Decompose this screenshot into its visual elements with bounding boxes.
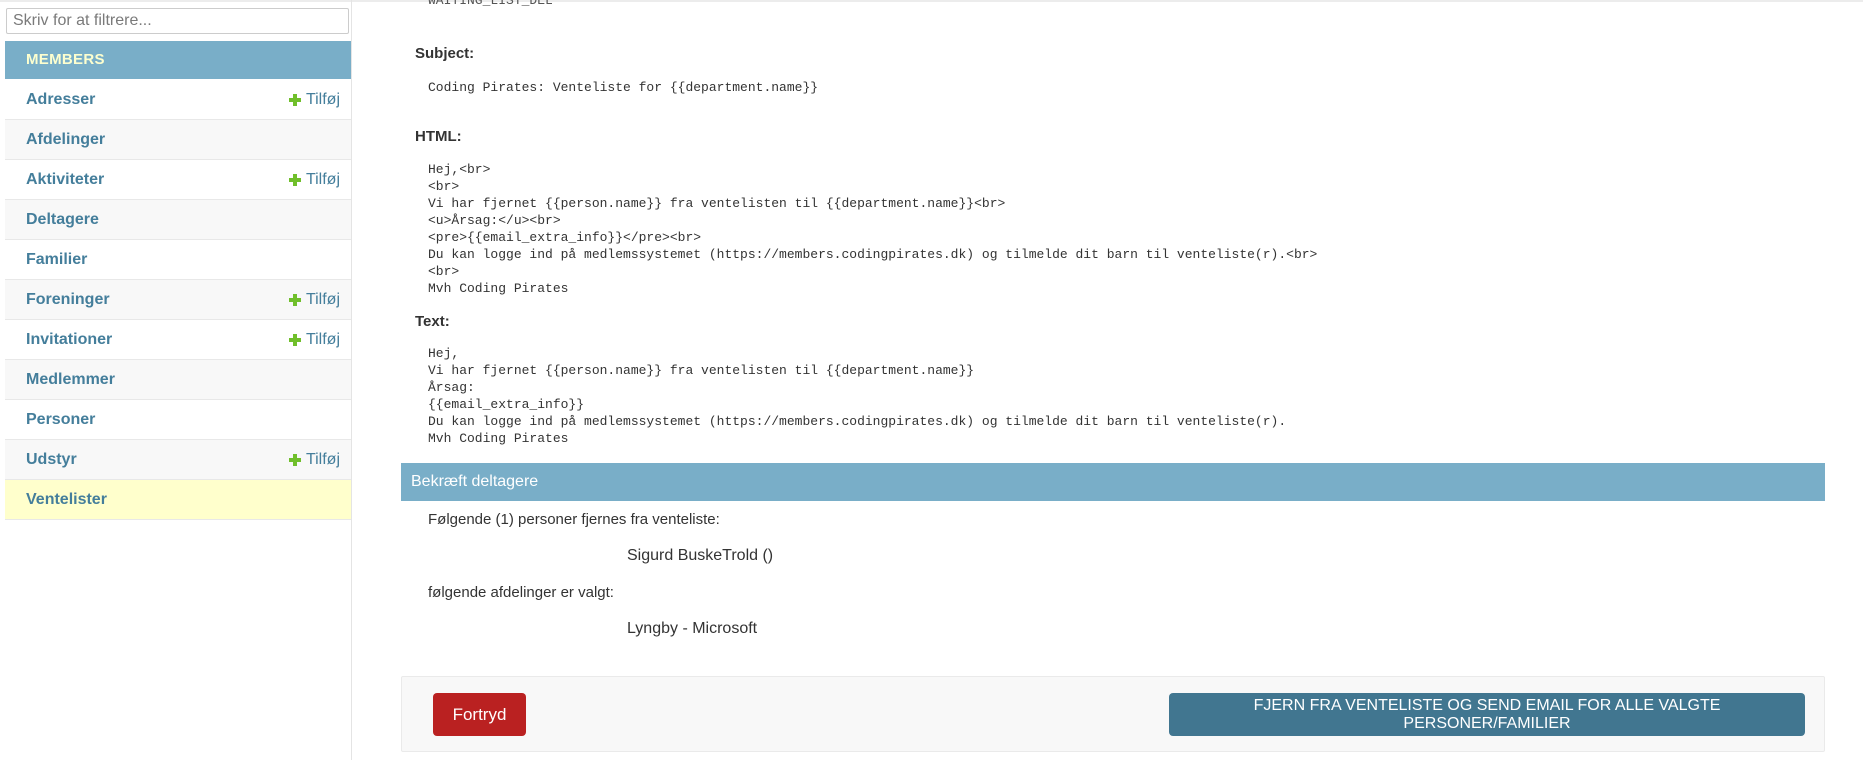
department-value: Lyngby - Microsoft (627, 620, 758, 637)
sidebar-item-invitationer: Invitationer Tilføj (5, 320, 351, 360)
main-content: WAITING_LIST_DEL Subject: Coding Pirates… (400, 0, 1826, 760)
sidebar-item-afdelinger: Afdelinger (5, 120, 351, 160)
sidebar-nav-list: Adresser Tilføj Afdelinger Aktiviteter T… (5, 80, 351, 520)
submit-row: Fortryd FJERN FRA VENTELISTE OG SEND EMA… (401, 676, 1825, 752)
add-aktiviteter-link[interactable]: Tilføj (288, 170, 340, 189)
sidebar-item-label[interactable]: Udstyr (26, 451, 77, 469)
sidebar-item-label[interactable]: Deltagere (26, 211, 99, 229)
plus-icon (288, 333, 301, 346)
plus-icon (288, 293, 301, 306)
sidebar-item-aktiviteter: Aktiviteter Tilføj (5, 160, 351, 200)
sidebar-item-medlemmer: Medlemmer (5, 360, 351, 400)
sidebar-item-familier: Familier (5, 240, 351, 280)
departments-label: følgende afdelinger er valgt: (428, 584, 614, 601)
add-udstyr-link[interactable]: Tilføj (288, 450, 340, 469)
person-value: Sigurd BuskeTrold () (627, 547, 774, 564)
sidebar-filter-input[interactable] (6, 8, 349, 34)
text-body-value: Hej, Vi har fjernet {{person.name}} fra … (428, 346, 1287, 446)
plus-icon (288, 173, 301, 186)
html-label: HTML: (415, 128, 462, 145)
cancel-button[interactable]: Fortryd (433, 693, 526, 736)
sidebar-item-foreninger: Foreninger Tilføj (5, 280, 351, 320)
sidebar-item-label[interactable]: Aktiviteter (26, 171, 104, 189)
sidebar-item-personer: Personer (5, 400, 351, 440)
sidebar-item-ventelister: Ventelister (5, 480, 351, 520)
add-label: Tilføj (305, 330, 340, 348)
add-invitationer-link[interactable]: Tilføj (288, 330, 340, 349)
sidebar-item-label[interactable]: Familier (26, 251, 87, 269)
template-name-cutoff: WAITING_LIST_DEL (428, 0, 553, 8)
sidebar-item-deltagere: Deltagere (5, 200, 351, 240)
sidebar: MEMBERS Adresser Tilføj Afdelinger Aktiv… (5, 0, 352, 760)
add-label: Tilføj (305, 170, 340, 188)
add-label: Tilføj (305, 90, 340, 108)
persons-label: Følgende (1) personer fjernes fra ventel… (428, 511, 720, 528)
html-body-value: Hej,<br> <br> Vi har fjernet {{person.na… (428, 162, 1318, 296)
module-caption-members[interactable]: MEMBERS (5, 41, 351, 79)
plus-icon (288, 93, 301, 106)
remove-and-send-email-button[interactable]: FJERN FRA VENTELISTE OG SEND EMAIL FOR A… (1169, 693, 1805, 736)
add-label: Tilføj (305, 290, 340, 308)
sidebar-item-udstyr: Udstyr Tilføj (5, 440, 351, 480)
text-label: Text: (415, 313, 450, 330)
add-foreninger-link[interactable]: Tilføj (288, 290, 340, 309)
add-adresser-link[interactable]: Tilføj (288, 90, 340, 109)
sidebar-item-adresser: Adresser Tilføj (5, 80, 351, 120)
subject-value: Coding Pirates: Venteliste for {{departm… (428, 80, 819, 95)
sidebar-item-label[interactable]: Foreninger (26, 291, 110, 309)
sidebar-item-label[interactable]: Invitationer (26, 331, 112, 349)
add-label: Tilføj (305, 450, 340, 468)
confirm-section-header: Bekræft deltagere (401, 463, 1825, 501)
sidebar-item-label[interactable]: Medlemmer (26, 371, 115, 389)
plus-icon (288, 453, 301, 466)
sidebar-item-label[interactable]: Personer (26, 411, 95, 429)
sidebar-item-label[interactable]: Afdelinger (26, 131, 105, 149)
sidebar-item-label[interactable]: Ventelister (26, 491, 107, 509)
sidebar-item-label[interactable]: Adresser (26, 91, 95, 109)
subject-label: Subject: (415, 45, 475, 62)
